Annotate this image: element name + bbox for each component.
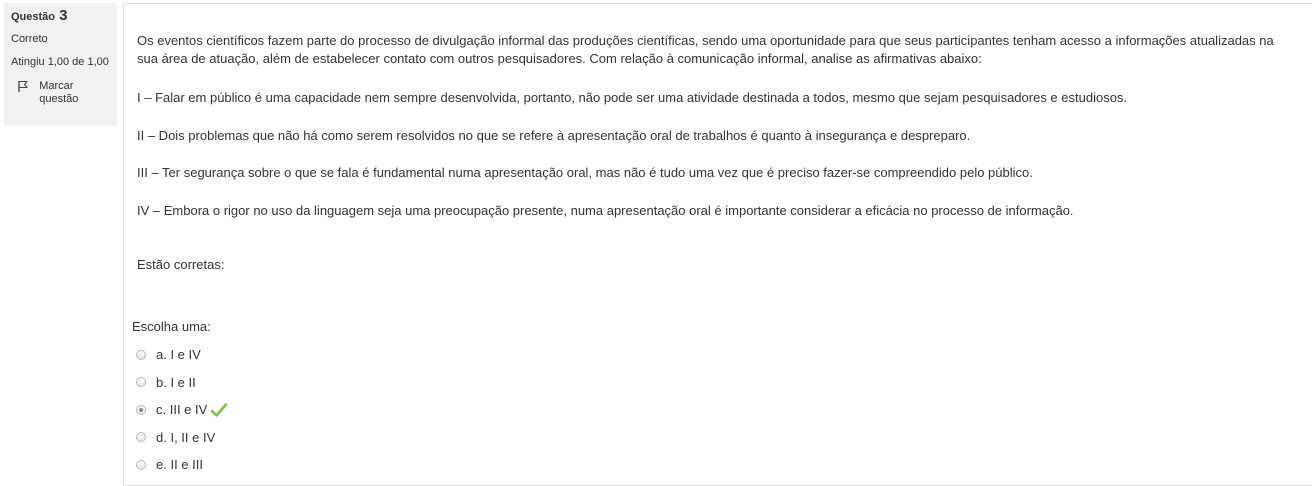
option-a-label[interactable]: a. I e IV bbox=[156, 347, 201, 362]
flag-label[interactable]: Marcar questão bbox=[39, 80, 110, 106]
correct-check-icon bbox=[210, 402, 228, 418]
flag-question-button[interactable]: Marcar questão bbox=[11, 80, 110, 106]
answer-prompt: Escolha uma: bbox=[132, 319, 211, 334]
question-info-panel: Questão 3 Correto Atingiu 1,00 de 1,00 M… bbox=[4, 3, 117, 126]
option-e[interactable]: e. II e III bbox=[136, 451, 228, 479]
question-closing: Estão corretas: bbox=[137, 257, 225, 272]
flag-icon[interactable] bbox=[11, 80, 39, 98]
question-content: Os eventos científicos fazem parte do pr… bbox=[123, 3, 1312, 486]
option-c-label[interactable]: c. III e IV bbox=[156, 402, 207, 417]
option-b[interactable]: b. I e II bbox=[136, 369, 228, 397]
answer-options: a. I e IV b. I e II c. III e IV d. I, II… bbox=[136, 341, 228, 479]
statement-1: I – Falar em público é uma capacidade ne… bbox=[137, 90, 1128, 105]
option-a[interactable]: a. I e IV bbox=[136, 341, 228, 369]
option-e-radio[interactable] bbox=[136, 459, 146, 470]
question-number-value: 3 bbox=[59, 7, 68, 24]
question-intro: Os eventos científicos fazem parte do pr… bbox=[137, 33, 1274, 66]
question-number: Questão 3 bbox=[11, 7, 110, 24]
option-b-label[interactable]: b. I e II bbox=[156, 375, 196, 390]
option-e-label[interactable]: e. II e III bbox=[156, 457, 203, 472]
statement-3: III – Ter segurança sobre o que se fala … bbox=[137, 165, 1033, 180]
question-text: Os eventos científicos fazem parte do pr… bbox=[137, 32, 1297, 272]
option-d-label[interactable]: d. I, II e IV bbox=[156, 430, 215, 445]
option-b-radio[interactable] bbox=[136, 377, 146, 388]
question-grade: Atingiu 1,00 de 1,00 bbox=[11, 56, 109, 68]
statement-2: II – Dois problemas que não há como sere… bbox=[137, 128, 971, 143]
statement-4: IV – Embora o rigor no uso da linguagem … bbox=[137, 203, 1074, 218]
option-d[interactable]: d. I, II e IV bbox=[136, 424, 228, 452]
option-c[interactable]: c. III e IV bbox=[136, 396, 228, 424]
option-a-radio[interactable] bbox=[136, 349, 146, 360]
option-c-radio[interactable] bbox=[136, 404, 146, 415]
question-state: Correto bbox=[11, 33, 48, 45]
question-label: Questão bbox=[11, 11, 56, 23]
option-d-radio[interactable] bbox=[136, 432, 146, 443]
